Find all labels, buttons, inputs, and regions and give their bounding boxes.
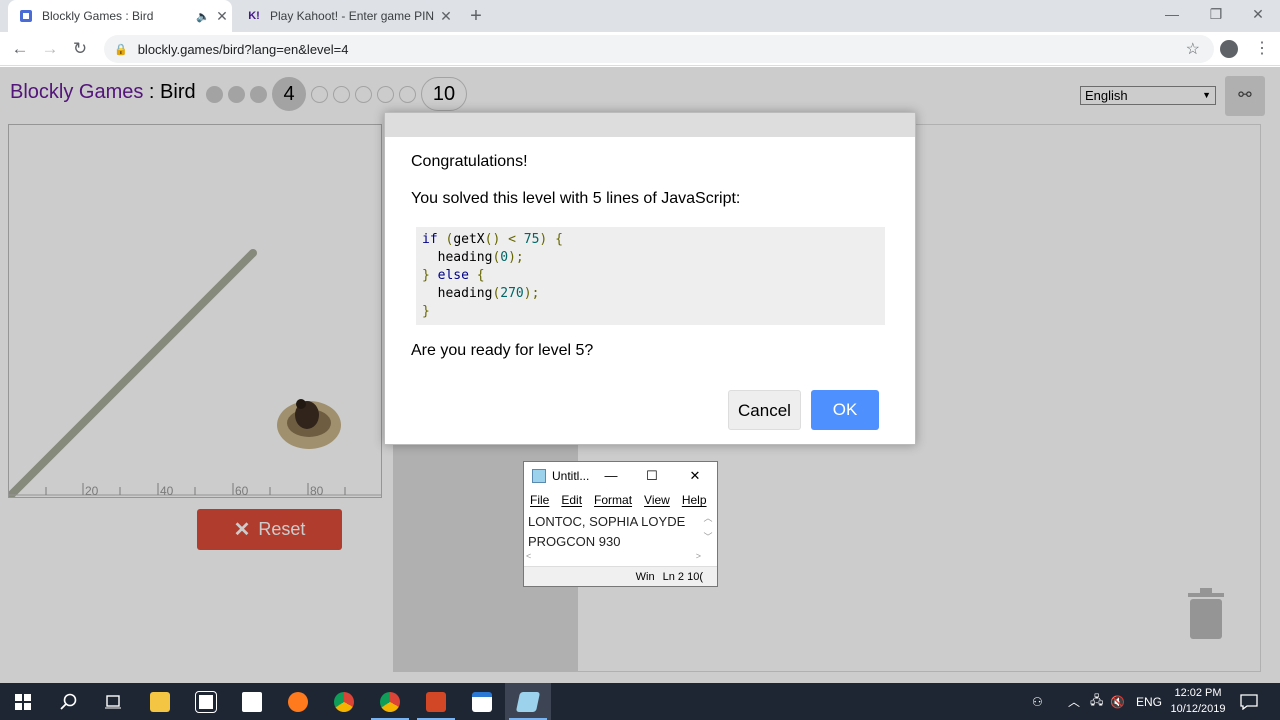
encoding-status: Win — [635, 570, 655, 583]
speaker-icon[interactable]: 🔈 — [196, 10, 212, 23]
tab-strip: Blockly Games : Bird 🔈 ✕ K! Play Kahoot!… — [0, 0, 1280, 32]
notepad-menubar: File Edit Format View Help — [524, 489, 717, 511]
dialog-message: You solved this level with 5 lines of Ja… — [411, 190, 741, 207]
lock-icon: 🔒 — [114, 43, 128, 56]
forward-icon[interactable]: → — [38, 37, 62, 61]
minimize-icon[interactable]: — — [591, 468, 631, 483]
people-icon[interactable]: ⚇ — [1032, 683, 1043, 720]
tab-title: Blockly Games : Bird — [42, 9, 154, 23]
notepad-titlebar[interactable]: Untitl... — ☐ ✕ — [524, 462, 717, 489]
scroll-left-icon[interactable]: < — [526, 551, 531, 563]
dialog-heading: Congratulations! — [411, 153, 528, 170]
cursor-position: Ln 2 10( — [662, 570, 703, 583]
mail-icon[interactable] — [229, 683, 275, 720]
scroll-up-icon[interactable]: ︿ — [701, 511, 715, 524]
congratulations-dialog: Congratulations! You solved this level w… — [384, 112, 916, 445]
code-block: if (getX() < 75) { heading(0); } else { h… — [416, 227, 885, 325]
vertical-scrollbar[interactable]: ︿ ﹀ — [701, 511, 715, 549]
text-line: PROGCON 930 — [528, 534, 621, 549]
dialog-titlebar[interactable] — [385, 113, 915, 137]
code-line: } — [422, 304, 430, 319]
url-text: blockly.games/bird?lang=en&level=4 — [137, 41, 349, 57]
windows-taskbar: ⚇ ︿ 🖧 🔇 ENG 12:02 PM 10/12/2019 — [0, 683, 1280, 720]
restore-icon[interactable]: ❐ — [1194, 0, 1238, 30]
new-tab-icon[interactable]: + — [464, 4, 488, 28]
back-icon[interactable]: ← — [8, 37, 32, 61]
notepad-icon — [532, 468, 546, 483]
notifications-icon[interactable] — [1240, 683, 1258, 720]
powerpoint-icon[interactable] — [413, 683, 459, 720]
code-line: heading(0); — [422, 250, 524, 265]
menu-help[interactable]: Help — [682, 493, 707, 507]
scroll-down-icon[interactable]: ﹀ — [701, 530, 715, 543]
close-tab-icon[interactable]: ✕ — [436, 8, 456, 25]
chrome-icon[interactable] — [321, 683, 367, 720]
store-icon[interactable] — [183, 683, 229, 720]
chrome-icon[interactable] — [367, 683, 413, 720]
menu-file[interactable]: File — [530, 493, 549, 507]
tab-blockly-bird[interactable]: Blockly Games : Bird 🔈 ✕ — [8, 0, 232, 32]
horizontal-scrollbar[interactable]: < > — [526, 551, 701, 563]
clock-time: 12:02 PM — [1174, 687, 1222, 699]
ok-button[interactable]: OK — [811, 390, 879, 430]
maximize-icon[interactable]: ☐ — [631, 468, 673, 484]
blockly-icon — [18, 8, 34, 24]
account-icon[interactable] — [1220, 40, 1238, 58]
network-icon[interactable]: 🖧 — [1090, 683, 1103, 720]
menu-view[interactable]: View — [644, 493, 670, 507]
text-line: LONTOC, SOPHIA LOYDE — [528, 514, 686, 529]
task-view-icon[interactable] — [90, 683, 136, 720]
system-clock[interactable]: 12:02 PM 10/12/2019 — [1168, 685, 1228, 717]
notepad-statusbar: Win Ln 2 10( — [524, 566, 717, 586]
browser-toolbar: ← → ↻ 🔒 blockly.games/bird?lang=en&level… — [0, 32, 1280, 66]
notepad-icon[interactable] — [505, 683, 551, 720]
cancel-button[interactable]: Cancel — [728, 390, 801, 430]
firefox-icon[interactable] — [275, 683, 321, 720]
chevron-up-icon[interactable]: ︿ — [1068, 683, 1080, 720]
notepad-window: Untitl... — ☐ ✕ File Edit Format View He… — [523, 461, 718, 587]
close-icon[interactable]: ✕ — [673, 468, 717, 484]
clock-date: 10/12/2019 — [1170, 703, 1226, 715]
kahoot-icon: K! — [248, 10, 260, 22]
minimize-icon[interactable]: — — [1150, 0, 1194, 30]
volume-muted-icon[interactable]: 🔇 — [1110, 683, 1125, 720]
code-line: } else { — [422, 268, 485, 283]
tab-kahoot[interactable]: K! Play Kahoot! - Enter game PIN he ✕ — [236, 0, 456, 32]
input-language[interactable]: ENG — [1136, 683, 1162, 720]
search-icon[interactable] — [46, 683, 92, 720]
file-explorer-icon[interactable] — [137, 683, 183, 720]
menu-kebab-icon[interactable]: ⋮ — [1254, 38, 1270, 58]
code-line: if (getX() < 75) { — [422, 232, 563, 247]
windows-start-icon[interactable] — [0, 683, 46, 720]
bookmark-star-icon[interactable]: ☆ — [1186, 39, 1200, 59]
menu-format[interactable]: Format — [594, 493, 632, 507]
app-window-icon[interactable] — [459, 683, 505, 720]
scroll-right-icon[interactable]: > — [696, 551, 701, 563]
tab-title: Play Kahoot! - Enter game PIN he — [270, 9, 436, 23]
close-tab-icon[interactable]: ✕ — [212, 8, 232, 25]
menu-edit[interactable]: Edit — [561, 493, 582, 507]
reload-icon[interactable]: ↻ — [68, 37, 92, 61]
close-window-icon[interactable]: ✕ — [1236, 0, 1280, 30]
dialog-question: Are you ready for level 5? — [411, 342, 594, 359]
notepad-text-area[interactable]: LONTOC, SOPHIA LOYDE PROGCON 930 — [528, 512, 685, 552]
notepad-title: Untitl... — [552, 468, 590, 483]
code-line: heading(270); — [422, 286, 540, 301]
address-bar[interactable]: 🔒 blockly.games/bird?lang=en&level=4 ☆ — [104, 35, 1214, 63]
